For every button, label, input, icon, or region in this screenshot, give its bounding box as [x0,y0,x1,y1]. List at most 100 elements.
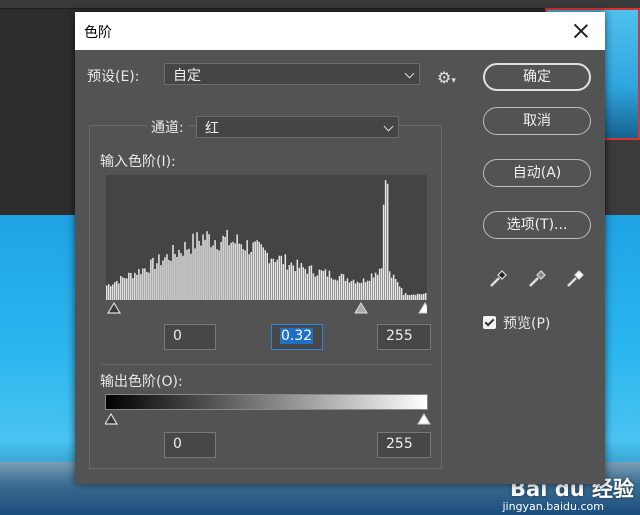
histogram-bar [130,272,132,300]
white-point-handle [418,302,432,314]
histogram-bar [116,280,118,300]
histogram-bar [312,273,315,300]
histogram-bar [258,241,260,300]
histogram-bar [366,280,369,300]
histogram-bar [404,293,407,300]
histogram-bar [238,243,240,300]
ruler-strip [0,0,640,9]
cancel-button[interactable]: 取消 [483,107,591,135]
histogram-bar [386,183,389,300]
histogram-bar [396,281,399,300]
output-black-field[interactable]: 0 [164,432,216,458]
histogram-bar [108,284,110,300]
histogram-bar [162,260,164,300]
histogram-bar [288,265,291,300]
input-slider-handles[interactable] [106,300,432,320]
preview-checkbox[interactable] [483,316,496,329]
histogram-bar [202,234,204,300]
close-icon[interactable] [571,21,591,41]
input-levels-label: 输入色阶(I): [100,154,176,170]
histogram-bar [174,253,176,300]
histogram-bar [296,259,299,300]
histogram-bar [424,292,427,300]
histogram-bar [214,240,216,300]
histogram-bar [192,233,194,300]
options-button[interactable]: 选项(T)... [483,211,591,239]
channel-select[interactable]: 红 [196,116,399,138]
histogram-bar [340,273,343,300]
histogram-bar [278,255,281,300]
histogram-bar [164,257,166,300]
ok-button[interactable]: 确定 [483,63,591,91]
histogram-bar [126,278,128,300]
histogram-bar [124,278,126,300]
histogram-bar [172,244,174,300]
histogram-bar [344,280,347,300]
auto-button[interactable]: 自动(A) [483,159,591,187]
histogram-bar [234,243,236,300]
histogram-bar [326,276,329,300]
histogram-bar [212,245,214,300]
gamma-handle [354,302,368,314]
output-gradient-bar [105,394,428,410]
input-gamma-field[interactable]: 0.32 [271,324,323,350]
histogram-bar [200,245,202,300]
histogram [106,175,427,300]
black-point-handle [106,301,122,314]
chevron-down-icon [383,121,394,132]
histogram-bar [194,248,196,300]
histogram-bar [282,264,285,300]
output-levels-label: 输出色阶(O): [100,374,183,390]
histogram-bar [354,283,357,300]
histogram-bar [338,276,341,300]
side-panel [606,140,640,215]
histogram-bar [184,241,186,300]
histogram-bar [330,277,333,300]
histogram-bar [304,269,307,300]
input-black-field[interactable]: 0 [164,324,216,350]
watermark-url: jingyan.baidu.com [502,500,604,513]
histogram-bar [294,271,297,300]
histogram-bar [244,250,246,300]
histogram-bar [266,252,268,300]
histogram-bar [384,180,387,300]
white-eyedropper-icon[interactable] [565,267,587,289]
histogram-bar [242,249,244,300]
black-eyedropper-icon[interactable] [488,267,510,289]
histogram-bar [180,253,182,300]
histogram-bar [140,274,142,300]
gear-icon[interactable]: ⚙▾ [437,68,456,87]
histogram-bar [284,254,287,300]
histogram-bar [316,275,319,300]
output-slider[interactable] [105,411,435,427]
histogram-bar [264,250,266,300]
dialog-title: 色阶 [84,25,112,41]
histogram-bar [120,275,122,300]
histogram-bar [182,255,184,300]
histogram-bar [370,273,373,300]
preview-label: 预览(P) [503,316,551,332]
dialog-titlebar: 色阶 [75,12,605,50]
preset-label: 预设(E): [87,69,140,85]
histogram-bar [156,263,158,300]
input-white-field[interactable]: 255 [377,324,431,350]
histogram-bar [136,274,138,300]
histogram-bar [390,277,393,300]
histogram-bar [314,276,317,300]
histogram-bar [196,232,198,300]
histogram-bar [274,261,277,300]
histogram-bar [210,247,212,300]
gray-eyedropper-icon[interactable] [527,267,549,289]
preset-select[interactable]: 自定 [164,63,420,85]
histogram-bar [228,245,230,300]
input-slider[interactable] [106,300,432,320]
histogram-bar [318,269,321,300]
histogram-bar [168,259,170,300]
histogram-bar [230,242,232,300]
histogram-bar [332,279,335,300]
histogram-bar [322,271,325,300]
histogram-bar [290,262,293,300]
histogram-bar [256,240,258,300]
output-white-field[interactable]: 255 [377,432,431,458]
histogram-bar [346,278,349,300]
